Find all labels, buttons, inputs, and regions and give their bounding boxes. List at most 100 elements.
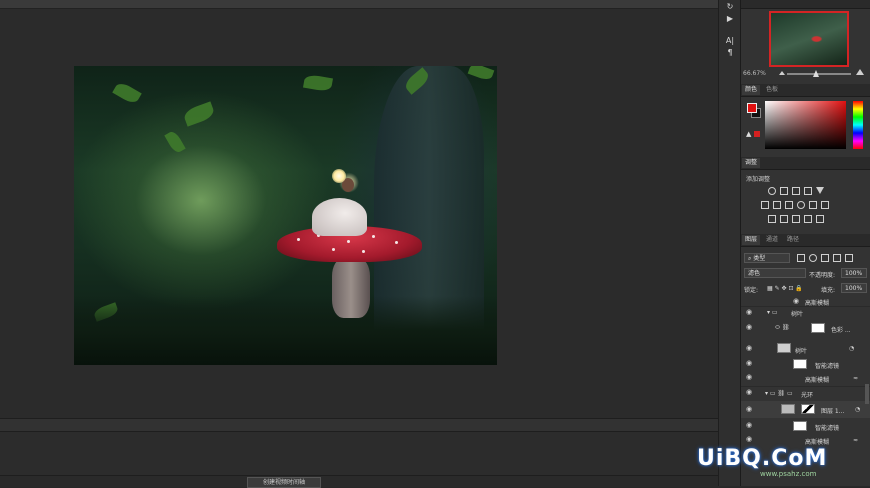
layer-name: 图层 1... (821, 408, 845, 415)
eye-icon[interactable]: ◉ (746, 323, 752, 331)
tab-adjustments[interactable]: 调整 (742, 158, 761, 168)
eye-icon[interactable]: ◉ (746, 308, 752, 316)
smart-object-icon: ◔ (849, 345, 855, 352)
filter-pixel-icon[interactable] (797, 254, 805, 262)
threshold-icon[interactable] (792, 215, 800, 223)
blend-mode-select[interactable]: 滤色 (744, 268, 806, 278)
tab-paths[interactable]: 路径 (784, 235, 802, 245)
smart-filter-row[interactable]: ◉ 智能滤镜 (741, 358, 870, 370)
hue-saturation-icon[interactable] (761, 201, 769, 209)
levels-icon[interactable] (780, 187, 788, 195)
watermark-logo: UiBQ.CoM (697, 446, 828, 471)
layer-group-row[interactable]: ◉ ▾ ▭ ⛓ ▭ 光环 (741, 386, 870, 399)
tab-layers[interactable]: 图层 (742, 235, 761, 245)
girl-figure (312, 178, 367, 236)
layer-row-selected[interactable]: ◉ 图层 1... ◔ (741, 401, 870, 418)
leaf (164, 129, 186, 155)
gamut-warning-icon: ▲ (746, 130, 752, 138)
eye-icon[interactable]: ◉ (746, 359, 752, 367)
tab-color[interactable]: 颜色 (742, 85, 761, 95)
exposure-icon[interactable] (804, 187, 812, 195)
adjustments-panel-header: 调整 (741, 157, 870, 170)
layer-row[interactable]: ◉ 树叶 ◔ (741, 340, 870, 358)
zoom-out-icon[interactable] (779, 71, 785, 75)
posterize-icon[interactable] (780, 215, 788, 223)
zoom-slider[interactable] (787, 73, 851, 75)
eye-icon[interactable]: ◉ (746, 435, 752, 443)
smart-filter-mask[interactable] (793, 421, 807, 431)
glowing-orb (332, 169, 346, 183)
invert-icon[interactable] (768, 215, 776, 223)
layer-name: 光环 (801, 392, 814, 399)
status-bar (0, 418, 718, 431)
web-safe-swatch[interactable] (754, 131, 760, 137)
document-canvas[interactable] (74, 66, 497, 365)
color-balance-icon[interactable] (773, 201, 781, 209)
layers-scrollbar[interactable] (865, 384, 869, 404)
history-icon[interactable]: ↻ (723, 2, 737, 12)
selective-color-icon[interactable] (816, 215, 824, 223)
gradient-map-icon[interactable] (804, 215, 812, 223)
color-lookup-icon[interactable] (821, 201, 829, 209)
layer-thumb[interactable] (781, 404, 795, 414)
mushroom-stem (332, 258, 370, 318)
fill-label: 填充: (821, 287, 836, 294)
layer-thumb[interactable] (777, 343, 791, 353)
brightness-icon[interactable] (768, 187, 776, 195)
smart-filter-mask[interactable] (793, 359, 807, 369)
vibrance-icon[interactable] (816, 187, 824, 194)
curves-icon[interactable] (792, 187, 800, 195)
lock-icons[interactable]: ▦ ✎ ✥ ⊡ 🔒 (767, 285, 803, 292)
eye-icon[interactable]: ◉ (746, 344, 752, 352)
eye-icon[interactable]: ◉ (793, 297, 799, 305)
layer-mask-thumb[interactable] (811, 323, 825, 333)
opacity-label: 不透明度: (809, 272, 836, 279)
eye-icon[interactable]: ◉ (746, 388, 752, 396)
layer-row[interactable]: ◉ ⬭ ⛓ 色彩 ... (741, 320, 870, 336)
opacity-field[interactable]: 100% (841, 268, 867, 278)
layer-mask-thumb[interactable] (801, 404, 815, 414)
filter-shape-icon[interactable] (833, 254, 841, 262)
zoom-level[interactable]: 66.67% (743, 70, 766, 77)
watermark-url: www.psahz.com (760, 470, 817, 478)
layer-name: 高斯模糊 (805, 439, 830, 446)
layer-name: 树叶 (791, 311, 804, 318)
right-panels: 66.67% 颜色 色板 ▲ 调整 添加调整 图层 通道 路径 ⌕ 类型 滤色 (740, 0, 870, 486)
layer-group-row[interactable]: ◉ ▾ ▭ 树叶 (741, 306, 870, 319)
filter-smart-icon[interactable] (845, 254, 853, 262)
hue-slider[interactable] (853, 101, 863, 149)
play-icon[interactable]: ▶ (723, 14, 737, 24)
timeline-panel (0, 431, 718, 476)
filter-row[interactable]: ◉ 高斯模糊 ≂ (741, 372, 870, 384)
foreground-color-swatch[interactable] (747, 103, 757, 113)
filter-adjustment-icon[interactable] (809, 254, 817, 262)
create-video-timeline-button[interactable]: 创建视频时间轴 (247, 477, 321, 488)
tab-channels[interactable]: 通道 (763, 235, 781, 245)
filter-options-icon[interactable]: ≂ (853, 375, 858, 382)
navigator-thumbnail[interactable] (769, 11, 849, 67)
channel-mixer-icon[interactable] (809, 201, 817, 209)
eye-icon[interactable]: ◉ (746, 405, 752, 413)
tab-swatches[interactable]: 色板 (763, 85, 781, 95)
fill-field[interactable]: 100% (841, 283, 867, 293)
filter-row[interactable]: ◉ 高斯模糊 ≂ (741, 434, 870, 446)
paragraph-icon[interactable]: ¶ (723, 48, 737, 58)
filter-options-icon[interactable]: ≂ (853, 437, 858, 444)
eye-icon[interactable]: ◉ (746, 373, 752, 381)
layer-name: 智能滤镜 (815, 425, 840, 432)
panel-icon-strip: ↻ ▶ A| ¶ (718, 0, 741, 486)
color-picker-field[interactable] (765, 101, 846, 149)
character-icon[interactable]: A| (723, 36, 737, 46)
layer-filter-select[interactable]: ⌕ 类型 (744, 253, 790, 263)
leaf (302, 73, 334, 93)
lock-label: 锁定: (744, 287, 759, 294)
zoom-in-icon[interactable] (856, 69, 864, 75)
photo-filter-icon[interactable] (797, 201, 805, 209)
layer-name: 色彩 ... (831, 327, 851, 334)
folder-icon: ▾ ▭ (767, 309, 778, 316)
smart-filter-row[interactable]: ◉ 智能滤镜 (741, 420, 870, 432)
filter-type-icon[interactable] (821, 254, 829, 262)
folder-icon: ▾ ▭ ⛓ ▭ (765, 390, 793, 397)
black-white-icon[interactable] (785, 201, 793, 209)
eye-icon[interactable]: ◉ (746, 421, 752, 429)
